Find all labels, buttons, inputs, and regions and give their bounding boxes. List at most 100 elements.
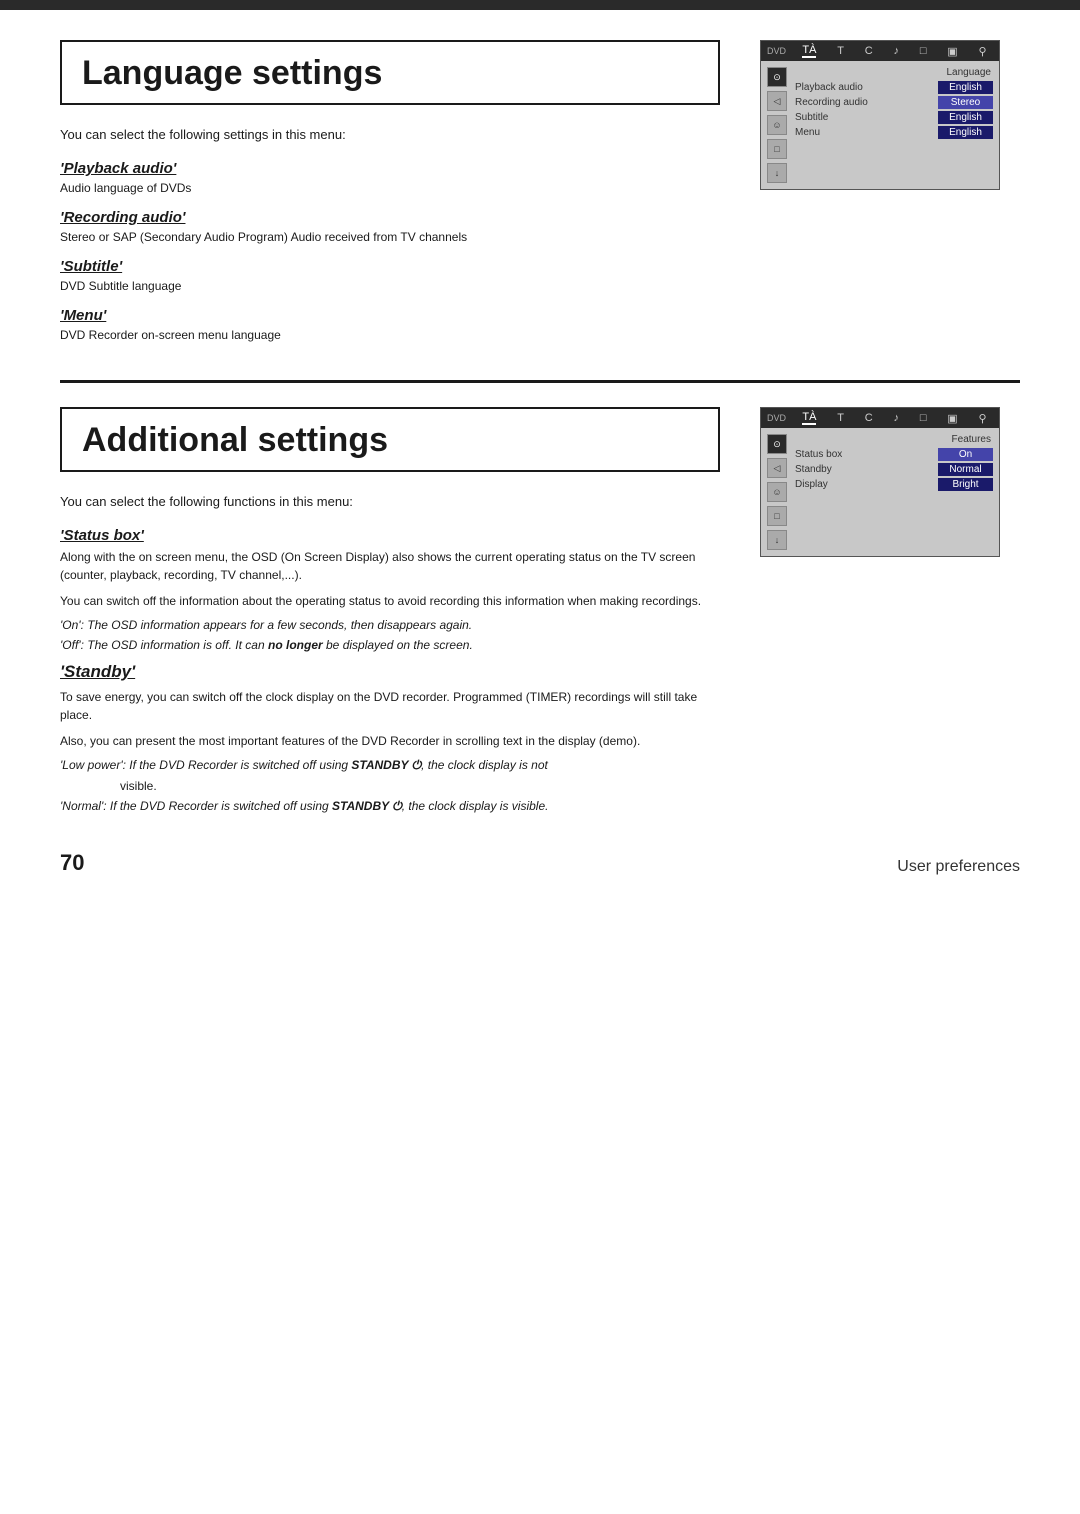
add-sidebar-icon-1: ⊙ (767, 434, 787, 454)
mockup-top-bar: DVD TÀ T C ♪ □ ▣ ⚲ (761, 41, 999, 61)
additional-mockup-box: DVD TÀ T C ♪ □ ▣ ⚲ ⊙ ◁ ☺ (760, 407, 1000, 557)
icon-language: TÀ (802, 44, 816, 58)
lang-label-1: Recording audio (795, 97, 868, 108)
top-bar (0, 0, 1080, 10)
language-intro: You can select the following settings in… (60, 127, 730, 142)
add-icon-search: ⚲ (979, 412, 987, 425)
playback-audio-title: 'Playback audio' (60, 160, 730, 177)
add-sidebar-icon-5: ↓ (767, 530, 787, 550)
lang-row-3: Menu English (795, 126, 993, 139)
dvd-label: DVD (767, 46, 786, 56)
section-separator (60, 380, 1020, 383)
language-title-box: Language settings (60, 40, 720, 105)
status-box-para-1: Along with the on screen menu, the OSD (… (60, 548, 730, 584)
sidebar-icons: ⊙ ◁ ☺ □ ↓ (767, 67, 791, 183)
section-label: User preferences (897, 858, 1020, 876)
additional-menu-mockup: DVD TÀ T C ♪ □ ▣ ⚲ ⊙ ◁ ☺ (760, 407, 1020, 820)
additional-section-left: Additional settings You can select the f… (60, 407, 730, 820)
subtitle-desc: DVD Subtitle language (60, 279, 730, 293)
status-box-off-note: 'Off': The OSD information is off. It ca… (60, 638, 730, 652)
feat-label-1: Standby (795, 464, 832, 475)
feat-row-0: Status box On (795, 448, 993, 461)
sidebar-icon-3: ☺ (767, 115, 787, 135)
lang-label-0: Playback audio (795, 82, 863, 93)
low-power-standby: STANDBY ⏻ (351, 758, 421, 772)
features-table: Features Status box On Standby Normal Di… (795, 434, 993, 550)
add-icon-c: C (865, 412, 873, 424)
normal-note: 'Normal': If the DVD Recorder is switche… (60, 799, 730, 814)
additional-sidebar-icons: ⊙ ◁ ☺ □ ↓ (767, 434, 791, 550)
icon-c: C (865, 45, 873, 57)
add-icon-music: ♪ (894, 412, 900, 424)
mockup-body: ⊙ ◁ ☺ □ ↓ Language Playback audio Englis… (761, 61, 999, 189)
additional-mockup-body: ⊙ ◁ ☺ □ ↓ Features Status box On Stan (761, 428, 999, 556)
standby-para-2: Also, you can present the most important… (60, 732, 730, 750)
menu-title: 'Menu' (60, 307, 730, 324)
lang-row-0: Playback audio English (795, 81, 993, 94)
lang-value-0: English (938, 81, 993, 94)
icon-grid: ▣ (947, 45, 957, 58)
feat-row-2: Display Bright (795, 478, 993, 491)
standby-para-1: To save energy, you can switch off the c… (60, 688, 730, 724)
subtitle-title: 'Subtitle' (60, 258, 730, 275)
sidebar-icon-1: ⊙ (767, 67, 787, 87)
additional-title: Additional settings (82, 421, 698, 460)
add-sidebar-icon-2: ◁ (767, 458, 787, 478)
add-icon-language: TÀ (802, 411, 816, 425)
normal-standby: STANDBY ⏻ (332, 799, 402, 813)
footer: 70 User preferences (60, 850, 1020, 886)
lang-value-3: English (938, 126, 993, 139)
additional-section: Additional settings You can select the f… (60, 407, 1020, 820)
lang-row-2: Subtitle English (795, 111, 993, 124)
icon-square: □ (920, 45, 927, 57)
lang-value-2: English (938, 111, 993, 124)
additional-title-box: Additional settings (60, 407, 720, 472)
add-sidebar-icon-3: ☺ (767, 482, 787, 502)
feat-value-1: Normal (938, 463, 993, 476)
additional-menu-top-icons: TÀ T C ♪ □ ▣ ⚲ (796, 411, 993, 425)
lang-row-1: Recording audio Stereo (795, 96, 993, 109)
icon-search: ⚲ (979, 45, 987, 58)
playback-audio-desc: Audio language of DVDs (60, 181, 730, 195)
page-number: 70 (60, 850, 84, 876)
feat-row-1: Standby Normal (795, 463, 993, 476)
status-box-on-note: 'On': The OSD information appears for a … (60, 618, 730, 632)
feat-label-0: Status box (795, 449, 842, 460)
low-power-indent: visible. (60, 779, 730, 793)
sidebar-icon-2: ◁ (767, 91, 787, 111)
standby-title: 'Standby' (60, 662, 730, 682)
language-section-left: Language settings You can select the fol… (60, 40, 730, 356)
lang-label-2: Subtitle (795, 112, 828, 123)
standby-section: 'Standby' To save energy, you can switch… (60, 662, 730, 814)
add-icon-square: □ (920, 412, 927, 424)
low-power-note: 'Low power': If the DVD Recorder is swit… (60, 758, 730, 773)
icon-t: T (837, 45, 844, 57)
add-sidebar-icon-4: □ (767, 506, 787, 526)
features-table-header: Features (795, 434, 993, 445)
language-table-header: Language (795, 67, 993, 78)
language-title: Language settings (82, 54, 698, 93)
status-box-title: 'Status box' (60, 527, 730, 544)
lang-label-3: Menu (795, 127, 820, 138)
feat-label-2: Display (795, 479, 828, 490)
menu-top-icons: TÀ T C ♪ □ ▣ ⚲ (796, 44, 993, 58)
icon-music: ♪ (894, 45, 900, 57)
language-section: Language settings You can select the fol… (60, 40, 1020, 356)
page-content: Language settings You can select the fol… (0, 10, 1080, 946)
status-box-para-2: You can switch off the information about… (60, 592, 730, 610)
feat-value-0: On (938, 448, 993, 461)
feat-value-2: Bright (938, 478, 993, 491)
add-icon-grid: ▣ (947, 412, 957, 425)
language-menu-mockup: DVD TÀ T C ♪ □ ▣ ⚲ ⊙ ◁ ☺ (760, 40, 1020, 356)
additional-dvd-label: DVD (767, 413, 786, 423)
recording-audio-title: 'Recording audio' (60, 209, 730, 226)
lang-value-1: Stereo (938, 96, 993, 109)
menu-desc: DVD Recorder on-screen menu language (60, 328, 730, 342)
language-mockup-box: DVD TÀ T C ♪ □ ▣ ⚲ ⊙ ◁ ☺ (760, 40, 1000, 190)
sidebar-icon-5: ↓ (767, 163, 787, 183)
language-table: Language Playback audio English Recordin… (795, 67, 993, 183)
no-longer-text: no longer (268, 638, 323, 652)
additional-intro: You can select the following functions i… (60, 494, 730, 509)
add-icon-t: T (837, 412, 844, 424)
recording-audio-desc: Stereo or SAP (Secondary Audio Program) … (60, 230, 730, 244)
